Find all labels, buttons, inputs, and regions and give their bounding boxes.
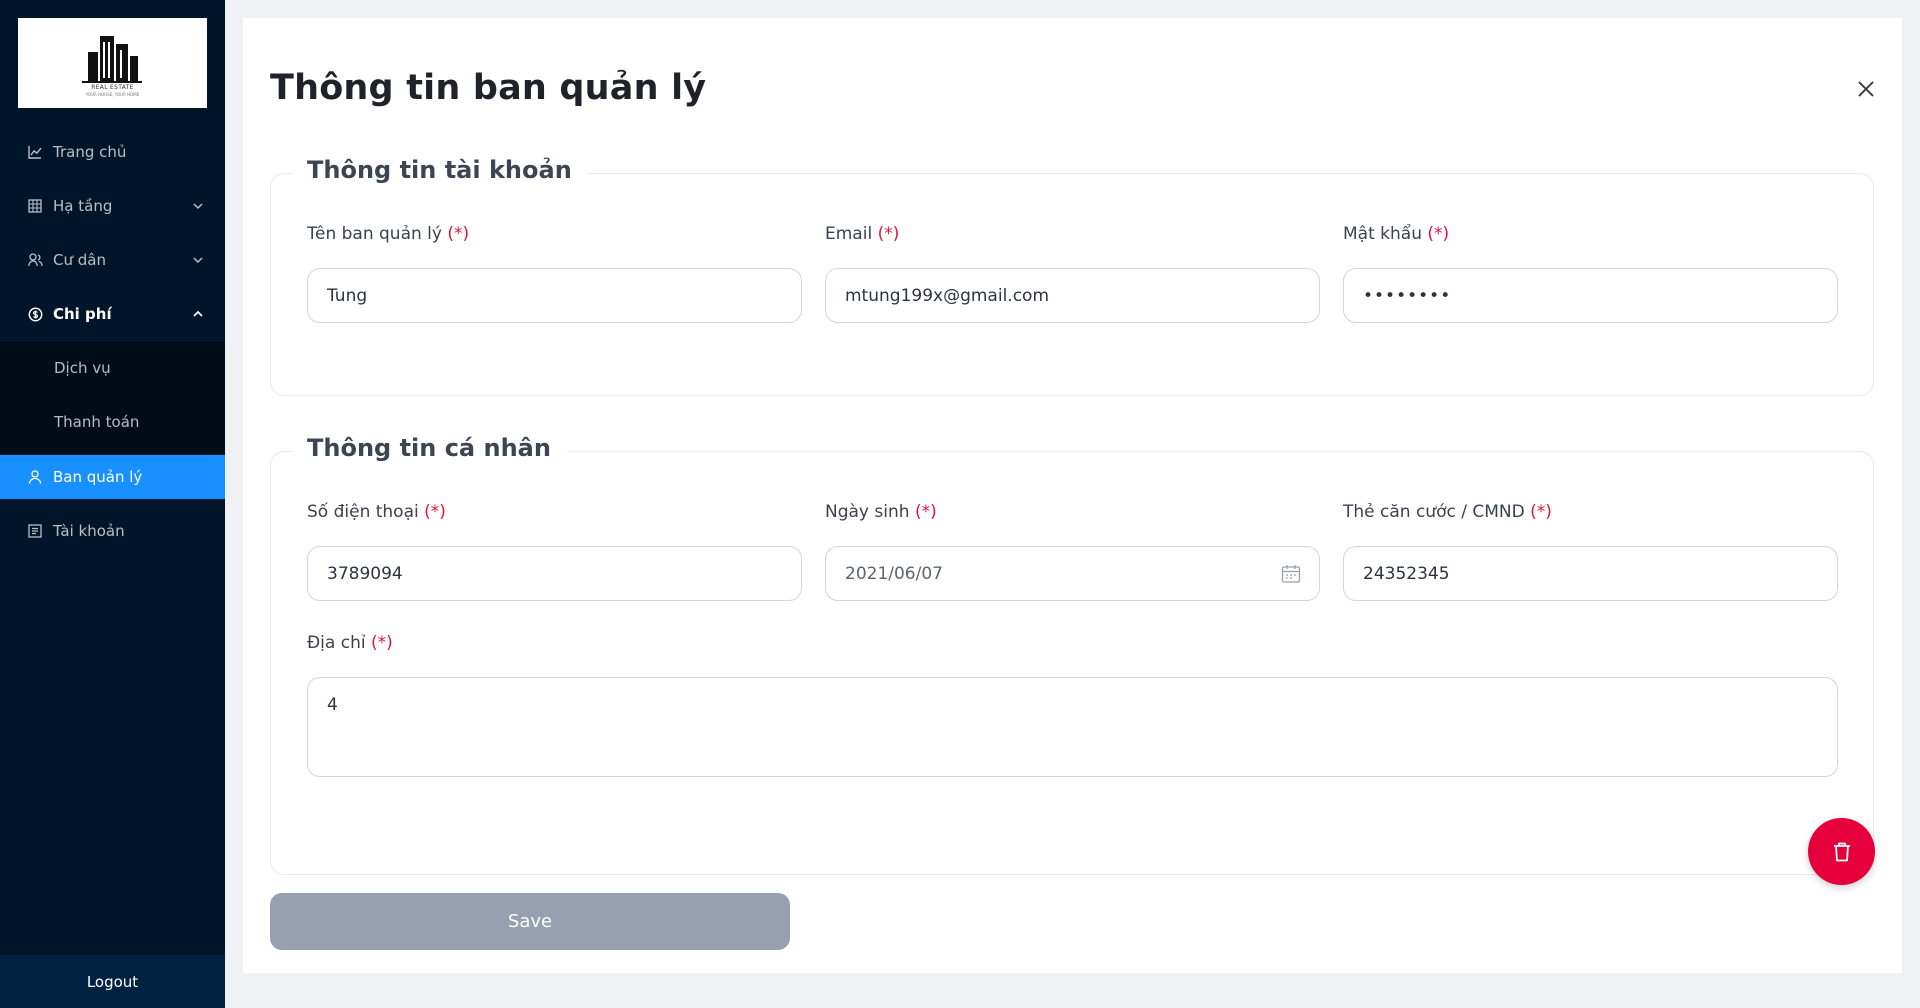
sidebar-item-label: Chi phí	[53, 305, 112, 323]
password-input[interactable]: ••••••••	[1343, 268, 1838, 323]
delete-button[interactable]	[1808, 818, 1875, 885]
logo-subtitle: YOUR HOUSE, YOUR HOME	[85, 92, 140, 97]
sidebar-item-ha-tang[interactable]: Hạ tầng	[0, 184, 225, 228]
sidebar-item-cu-dan[interactable]: Cư dân	[0, 238, 225, 282]
address-label: Địa chỉ (*)	[307, 633, 393, 653]
logo-caption: REAL ESTATE	[91, 84, 134, 91]
close-icon	[1858, 81, 1874, 97]
logo[interactable]: REAL ESTATE YOUR HOUSE, YOUR HOME	[18, 18, 207, 108]
sidebar-item-tai-khoan[interactable]: Tài khoản	[0, 509, 225, 553]
name-label: Tên ban quản lý (*)	[307, 224, 470, 244]
sidebar-item-label: Cư dân	[53, 251, 106, 269]
id-card-label: Thẻ căn cước / CMND (*)	[1343, 502, 1552, 522]
sidebar-item-trang-chu[interactable]: Trang chủ	[0, 130, 225, 174]
users-icon	[27, 252, 43, 268]
chevron-down-icon	[193, 203, 203, 210]
sidebar-item-label: Ban quản lý	[53, 468, 143, 486]
profile-icon	[27, 523, 43, 539]
id-card-input[interactable]: 24352345	[1343, 546, 1838, 601]
phone-label: Số điện thoại (*)	[307, 502, 446, 522]
name-input[interactable]: Tung	[307, 268, 802, 323]
close-button[interactable]	[1855, 78, 1877, 100]
trash-icon	[1833, 842, 1850, 861]
chevron-down-icon	[193, 257, 203, 264]
dob-picker[interactable]: 2021/06/07	[825, 546, 1320, 601]
sidebar-item-label: Hạ tầng	[53, 197, 113, 215]
sidebar-item-chi-phi[interactable]: Chi phí	[0, 292, 225, 336]
cost-icon	[27, 306, 43, 322]
sidebar-item-label: Trang chủ	[53, 143, 127, 161]
grid-icon	[27, 198, 43, 214]
sidebar-item-ban-quan-ly[interactable]: Ban quản lý	[0, 455, 225, 499]
sidebar-item-label: Thanh toán	[54, 413, 140, 431]
page-title: Thông tin ban quản lý	[270, 68, 707, 108]
chevron-up-icon	[193, 310, 203, 317]
sidebar-item-dich-vu[interactable]: Dịch vụ	[0, 346, 225, 390]
sidebar: REAL ESTATE YOUR HOUSE, YOUR HOME Trang …	[0, 0, 225, 1008]
email-input[interactable]: mtung199x@gmail.com	[825, 268, 1320, 323]
phone-input[interactable]: 3789094	[307, 546, 802, 601]
password-label: Mật khẩu (*)	[1343, 224, 1450, 244]
chart-icon	[27, 144, 43, 160]
dob-value: 2021/06/07	[845, 563, 943, 584]
sidebar-item-label: Dịch vụ	[54, 359, 111, 377]
personal-info-section: Thông tin cá nhân Số điện thoại (*) 3789…	[270, 434, 1874, 875]
section-title: Thông tin tài khoản	[293, 156, 588, 184]
manager-info-panel: Thông tin ban quản lý Thông tin tài khoả…	[243, 18, 1902, 973]
save-button[interactable]: Save	[270, 893, 790, 950]
building-logo-icon	[82, 36, 142, 83]
address-textarea[interactable]: 4	[307, 677, 1838, 777]
section-title: Thông tin cá nhân	[293, 434, 567, 462]
user-icon	[27, 469, 43, 485]
sidebar-item-thanh-toan[interactable]: Thanh toán	[0, 400, 225, 444]
logout-button[interactable]: Logout	[0, 955, 225, 1008]
account-info-section: Thông tin tài khoản Tên ban quản lý (*) …	[270, 156, 1874, 396]
sidebar-item-label: Tài khoản	[53, 522, 125, 540]
dob-label: Ngày sinh (*)	[825, 502, 937, 522]
calendar-icon	[1281, 565, 1301, 583]
email-label: Email (*)	[825, 224, 900, 244]
